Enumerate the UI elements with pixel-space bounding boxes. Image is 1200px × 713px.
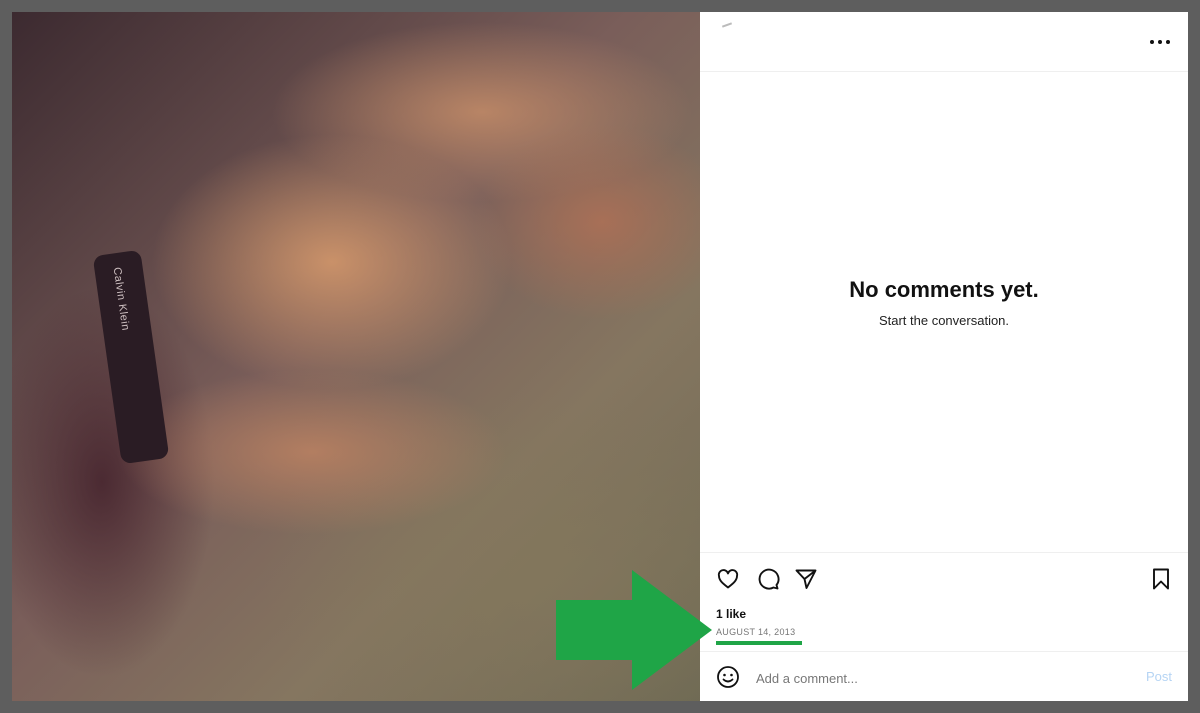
annotation-arrow [556,570,712,690]
more-horizontal-icon-dot [1158,40,1162,44]
like-count[interactable]: 1 like [716,607,746,621]
empty-comments-subtitle: Start the conversation. [878,312,1010,328]
share-icon [795,569,817,589]
emoji-button[interactable] [716,665,740,694]
empty-comments-title: No comments yet. [849,276,1039,302]
post-actions: 1 like AUGUST 14, 2013 [700,552,1188,651]
share-button[interactable] [794,567,818,596]
bookmark-icon [1153,568,1169,590]
more-options-button[interactable] [1150,34,1170,50]
like-button[interactable] [716,567,740,596]
comment-bar: Post [700,651,1188,701]
heart-icon [717,569,739,589]
action-row [716,567,1172,591]
comment-button[interactable] [756,567,780,596]
emoji-icon [717,666,739,688]
more-horizontal-icon-dot [1166,40,1170,44]
post-header [700,12,1188,72]
comments-area: No comments yet. Start the conversation. [700,72,1188,552]
post-date: AUGUST 14, 2013 [716,627,796,637]
username-stub[interactable] [721,22,733,28]
date-highlight-underline [716,641,802,645]
save-button[interactable] [1150,567,1172,596]
comment-icon [758,568,780,590]
comment-input[interactable] [754,666,1118,690]
post-comment-button[interactable]: Post [1146,669,1172,684]
more-horizontal-icon [1150,40,1154,44]
post-side-panel: No comments yet. Start the conversation. [700,12,1188,701]
photo-waistband [92,249,170,465]
